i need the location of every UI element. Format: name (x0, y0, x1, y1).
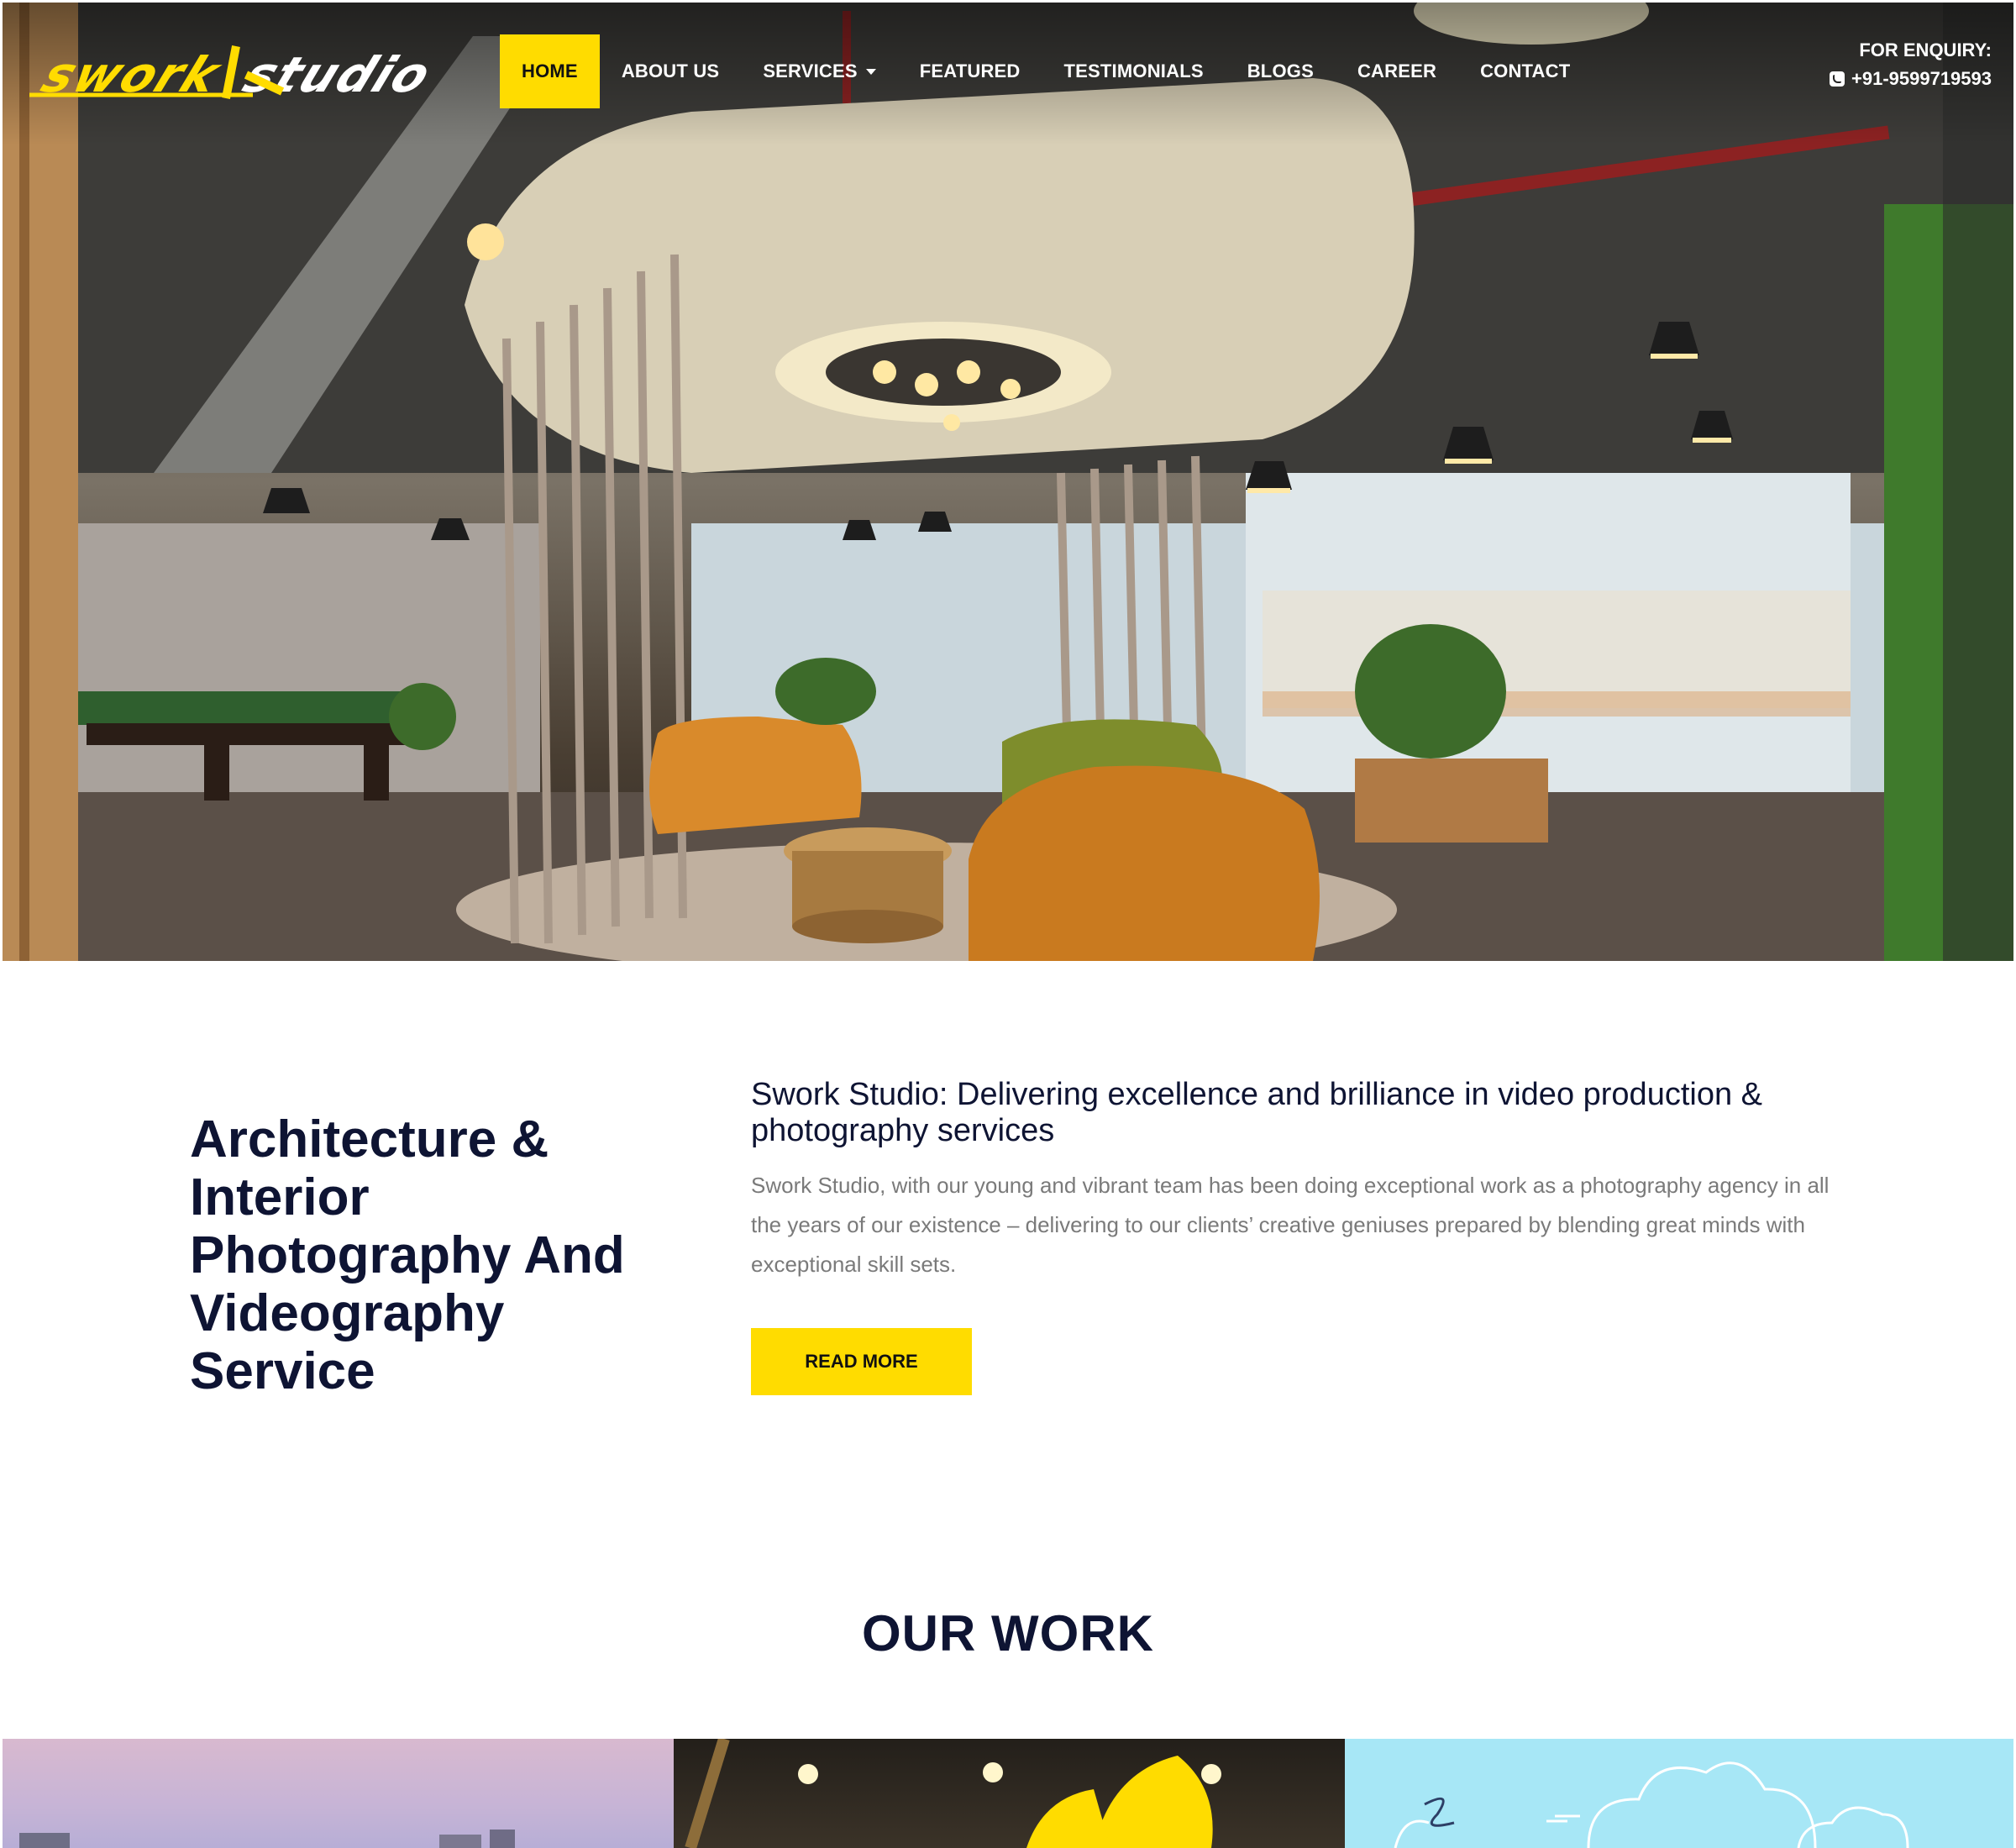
chevron-down-icon (865, 68, 876, 75)
nav-contact[interactable]: CONTACT (1458, 34, 1592, 108)
main-nav: HOME ABOUT US SERVICES FEATURED TESTIMON… (500, 34, 1592, 108)
nav-services[interactable]: SERVICES (741, 34, 897, 108)
nav-featured[interactable]: FEATURED (898, 34, 1042, 108)
intro-subtitle: Swork Studio: Delivering excellence and … (751, 1077, 1762, 1148)
hero-office-image (3, 3, 2013, 961)
work-tile-office[interactable] (674, 1739, 1345, 1848)
phone-link[interactable]: +91-9599719593 (1830, 65, 1992, 93)
nav-blogs[interactable]: BLOGS (1226, 34, 1336, 108)
enquiry-block: FOR ENQUIRY: +91-9599719593 (1830, 36, 1992, 93)
skyline-image (19, 1830, 515, 1848)
svg-text:studio: studio (235, 47, 440, 103)
work-tile-skyline[interactable] (3, 1739, 674, 1848)
cloud-illustration-image (1394, 1761, 1909, 1848)
sworkstudio-logo-icon: swork studio (29, 45, 440, 103)
intro-body: Swork Studio, with our young and vibrant… (751, 1173, 1830, 1277)
office-signage-image (685, 1739, 1221, 1848)
intro-title: Architecture & Interior Photography And … (190, 1110, 625, 1400)
enquiry-label: FOR ENQUIRY: (1859, 39, 1992, 60)
nav-testimonials[interactable]: TESTIMONIALS (1042, 34, 1226, 108)
nav-home[interactable]: HOME (500, 34, 600, 108)
phone-number: +91-9599719593 (1851, 68, 1992, 89)
phone-icon (1830, 71, 1845, 87)
nav-career[interactable]: CAREER (1336, 34, 1458, 108)
nav-services-label: SERVICES (763, 60, 858, 81)
our-work-title: OUR WORK (862, 1605, 1154, 1662)
hero-banner: swork studio sworkstudio HOME ABOUT US S… (3, 3, 2013, 961)
read-more-button[interactable]: READ MORE (751, 1328, 972, 1395)
site-logo[interactable]: swork studio sworkstudio (26, 39, 480, 108)
work-tile-illustration[interactable] (1345, 1739, 2013, 1848)
nav-about-us[interactable]: ABOUT US (600, 34, 742, 108)
